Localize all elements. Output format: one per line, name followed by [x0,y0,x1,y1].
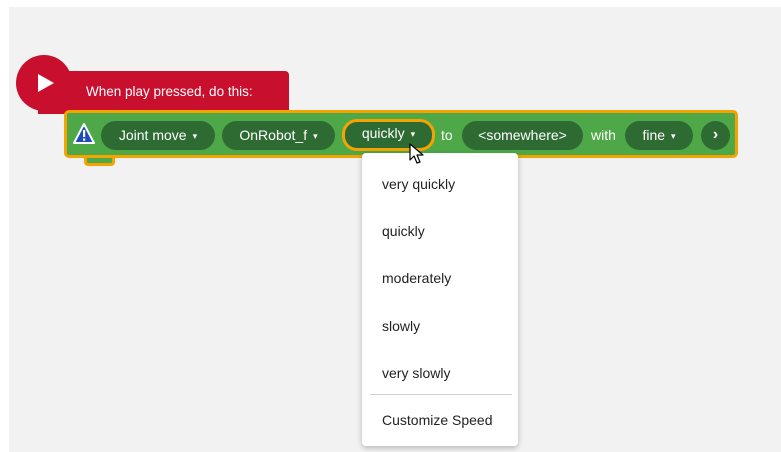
warning-icon[interactable] [73,121,95,147]
dropdown-caret-icon: ▾ [671,131,676,141]
tool-value: OnRobot_f [239,127,308,143]
event-block[interactable]: When play pressed, do this: [38,71,289,114]
menu-divider [370,394,512,395]
menu-item-customize-speed[interactable]: Customize Speed [382,412,493,428]
menu-item-very-quickly[interactable]: very quickly [382,176,455,192]
target-value: <somewhere> [478,127,567,143]
menu-item-moderately[interactable]: moderately [382,270,451,286]
expand-button[interactable]: › [701,121,730,150]
menu-item-slowly[interactable]: slowly [382,318,420,334]
dropdown-caret-icon: ▾ [192,131,198,141]
target-field[interactable]: <somewhere> [462,121,583,150]
menu-item-quickly[interactable]: quickly [382,223,425,239]
dropdown-caret-icon: ▾ [410,129,416,139]
menu-item-very-slowly[interactable]: very slowly [382,365,450,381]
mouse-cursor-icon [409,143,424,164]
command-dropdown[interactable]: Joint move ▾ [101,121,215,150]
blend-dropdown[interactable]: fine ▾ [625,121,693,150]
chevron-right-icon: › [712,126,719,143]
to-label: to [441,127,453,143]
speed-dropdown-menu: very quickly quickly moderately slowly v… [362,153,518,446]
event-block-label: When play pressed, do this: [86,84,253,99]
play-icon [38,74,54,92]
play-button[interactable] [16,55,72,111]
speed-value: quickly [361,125,405,141]
blend-value: fine [642,127,666,143]
tool-dropdown[interactable]: OnRobot_f ▾ [222,121,335,150]
with-label: with [591,127,616,143]
dropdown-caret-icon: ▾ [313,131,318,141]
command-value: Joint move [118,127,187,143]
